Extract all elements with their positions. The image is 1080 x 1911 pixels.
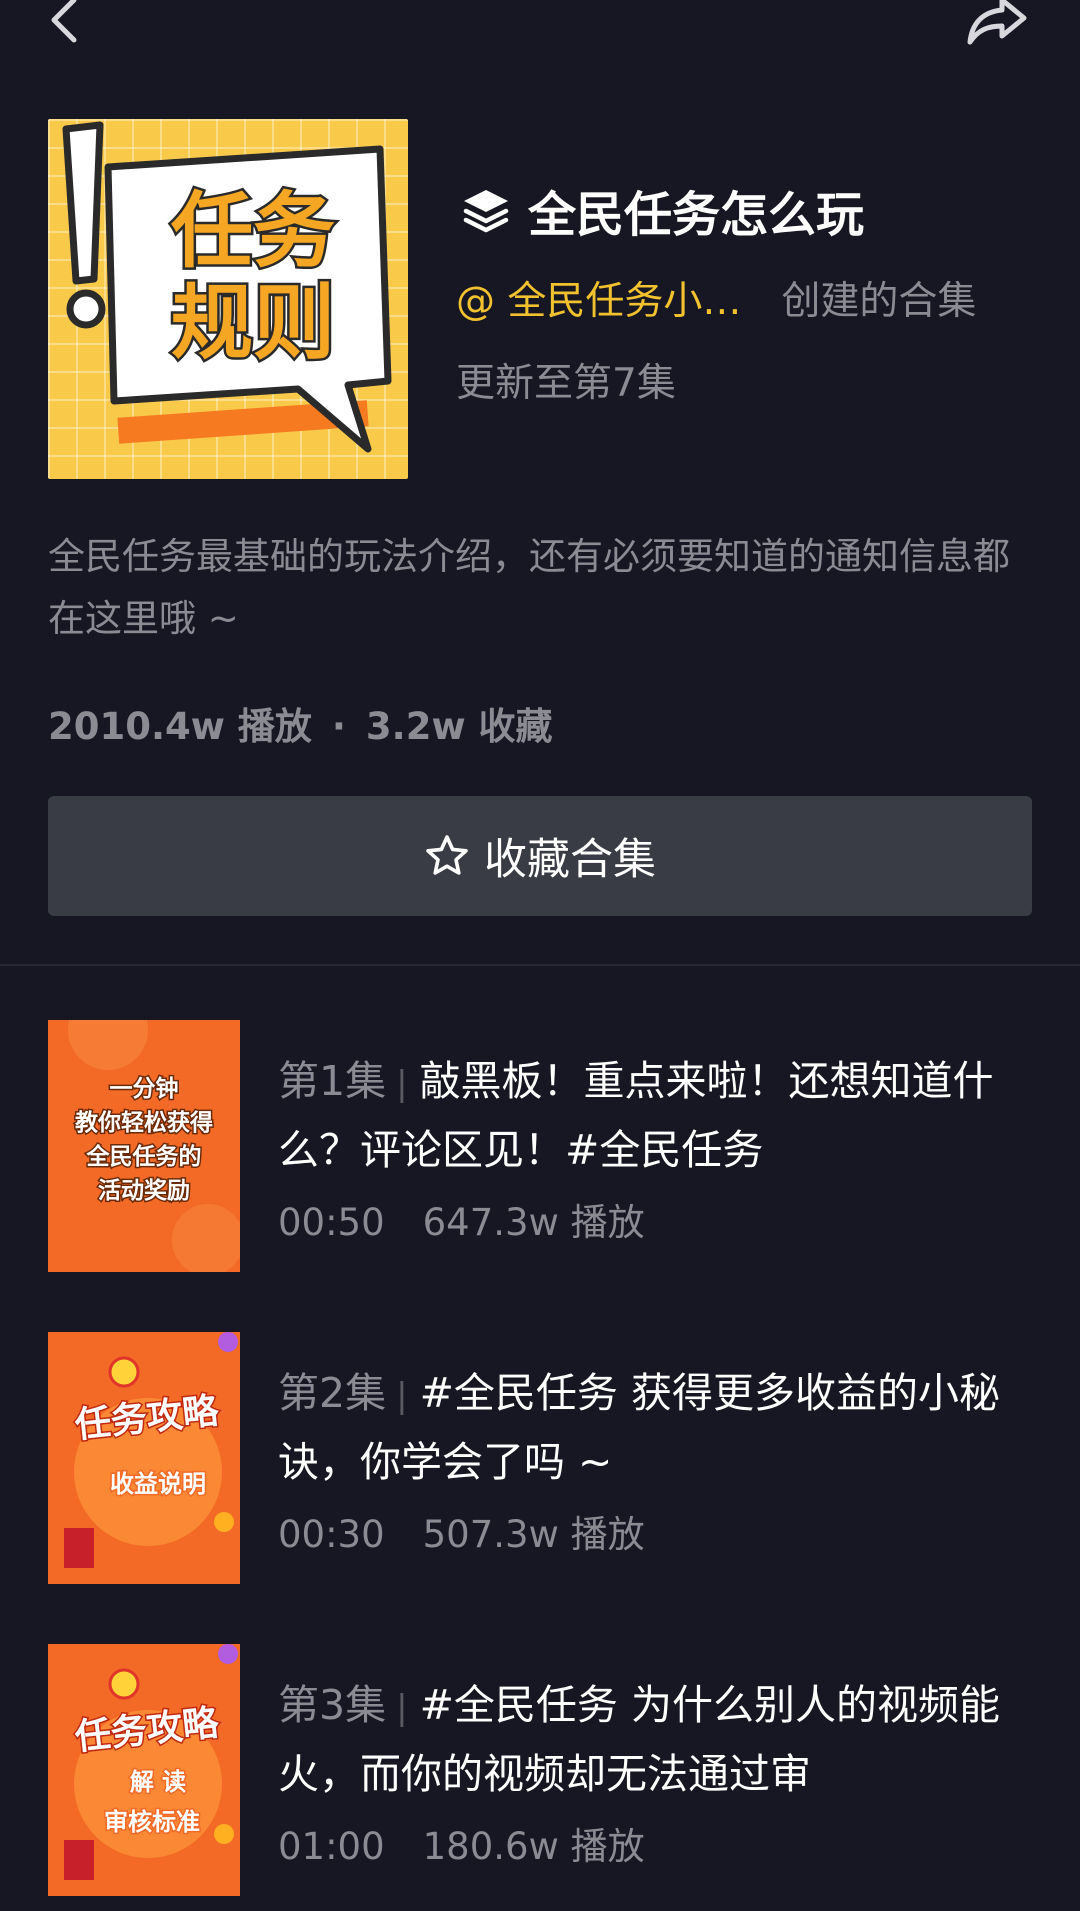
- episode-duration: 00:50: [278, 1201, 385, 1244]
- episode-item[interactable]: 任务攻略 解 读 审核标准 第3集 | #全民任务 为什么别人的视频能火，而你的视频…: [0, 1644, 1080, 1896]
- collection-cover[interactable]: 任务 规则: [48, 119, 408, 479]
- favorite-count: 3.2w 收藏: [365, 705, 553, 748]
- episode-duration: 01:00: [278, 1825, 385, 1868]
- play-count: 2010.4w 播放: [48, 705, 312, 748]
- thumb-line: 收益说明: [110, 1470, 206, 1498]
- episode-views: 647.3w 播放: [422, 1201, 645, 1244]
- episode-separator: |: [396, 1064, 408, 1104]
- episode-title[interactable]: 第3集 | #全民任务 为什么别人的视频能火，而你的视频却无法通过审: [278, 1672, 1018, 1804]
- episode-title-text: #全民任务 为什么别人的视频能火，而你的视频却无法通过审: [278, 1681, 1000, 1798]
- favorite-button-label: 收藏合集: [484, 835, 656, 885]
- collection-title-row: 全民任务怎么玩: [460, 178, 865, 243]
- update-status: 更新至第7集: [456, 361, 676, 406]
- episode-views: 180.6w 播放: [422, 1825, 645, 1868]
- creator-suffix: 创建的合集: [781, 279, 977, 324]
- cover-artwork: 任务 规则: [62, 121, 392, 453]
- cover-line-2: 规则: [171, 276, 335, 371]
- episode-title-text: #全民任务 获得更多收益的小秘诀，你学会了吗 ~: [278, 1369, 1000, 1486]
- favorite-collection-button[interactable]: 收藏合集: [48, 796, 1032, 916]
- thumb-line: 审核标准: [104, 1808, 200, 1836]
- episode-meta: 00:30 507.3w 播放: [278, 1504, 645, 1558]
- episode-separator: |: [396, 1376, 408, 1416]
- episode-meta: 00:50 647.3w 播放: [278, 1192, 645, 1246]
- episode-number: 第2集: [278, 1369, 387, 1417]
- stats-dot: ·: [331, 705, 346, 748]
- thumb-line: 解 读: [130, 1768, 186, 1796]
- episode-item[interactable]: 一分钟 教你轻松获得 全民任务的 活动奖励 第1集 | 敲黑板！重点来啦！还想知道什…: [0, 1020, 1080, 1272]
- collection-stats: 2010.4w 播放 · 3.2w 收藏: [48, 696, 553, 750]
- episode-thumbnail[interactable]: 一分钟 教你轻松获得 全民任务的 活动奖励: [48, 1020, 240, 1272]
- episode-thumbnail[interactable]: 任务攻略 收益说明: [48, 1332, 240, 1584]
- creator-row: @ 全民任务小… 创建的合集: [456, 270, 976, 326]
- collection-title: 全民任务怎么玩: [528, 187, 865, 243]
- episode-title[interactable]: 第2集 | #全民任务 获得更多收益的小秘诀，你学会了吗 ~: [278, 1360, 1018, 1492]
- top-bar: [0, 0, 1080, 60]
- layers-icon: [463, 190, 509, 233]
- cover-line-1: 任务: [171, 184, 335, 279]
- episode-item[interactable]: 任务攻略 收益说明 第2集 | #全民任务 获得更多收益的小秘诀，你学会了吗 ~ 0…: [0, 1332, 1080, 1584]
- episode-views: 507.3w 播放: [422, 1513, 645, 1556]
- share-icon[interactable]: [962, 0, 1032, 50]
- episode-duration: 00:30: [278, 1513, 385, 1556]
- episode-thumbnail[interactable]: 任务攻略 解 读 审核标准: [48, 1644, 240, 1896]
- thumb-line: 活动奖励: [98, 1177, 190, 1204]
- episode-separator: |: [396, 1688, 408, 1728]
- section-divider: [0, 964, 1080, 966]
- episode-title[interactable]: 第1集 | 敲黑板！重点来啦！还想知道什么？评论区见！#全民任务: [278, 1048, 1018, 1180]
- thumb-line: 教你轻松获得: [75, 1109, 213, 1136]
- star-outline-icon: [426, 835, 468, 875]
- thumb-line: 全民任务的: [86, 1143, 202, 1170]
- episode-meta: 01:00 180.6w 播放: [278, 1816, 645, 1870]
- episode-number: 第3集: [278, 1681, 387, 1729]
- collection-description: 全民任务最基础的玩法介绍，还有必须要知道的通知信息都在这里哦 ~: [48, 535, 1010, 640]
- thumb-line: 一分钟: [110, 1076, 179, 1102]
- back-icon[interactable]: [46, 0, 96, 52]
- creator-link[interactable]: @ 全民任务小…: [456, 279, 741, 324]
- episode-number: 第1集: [278, 1057, 387, 1105]
